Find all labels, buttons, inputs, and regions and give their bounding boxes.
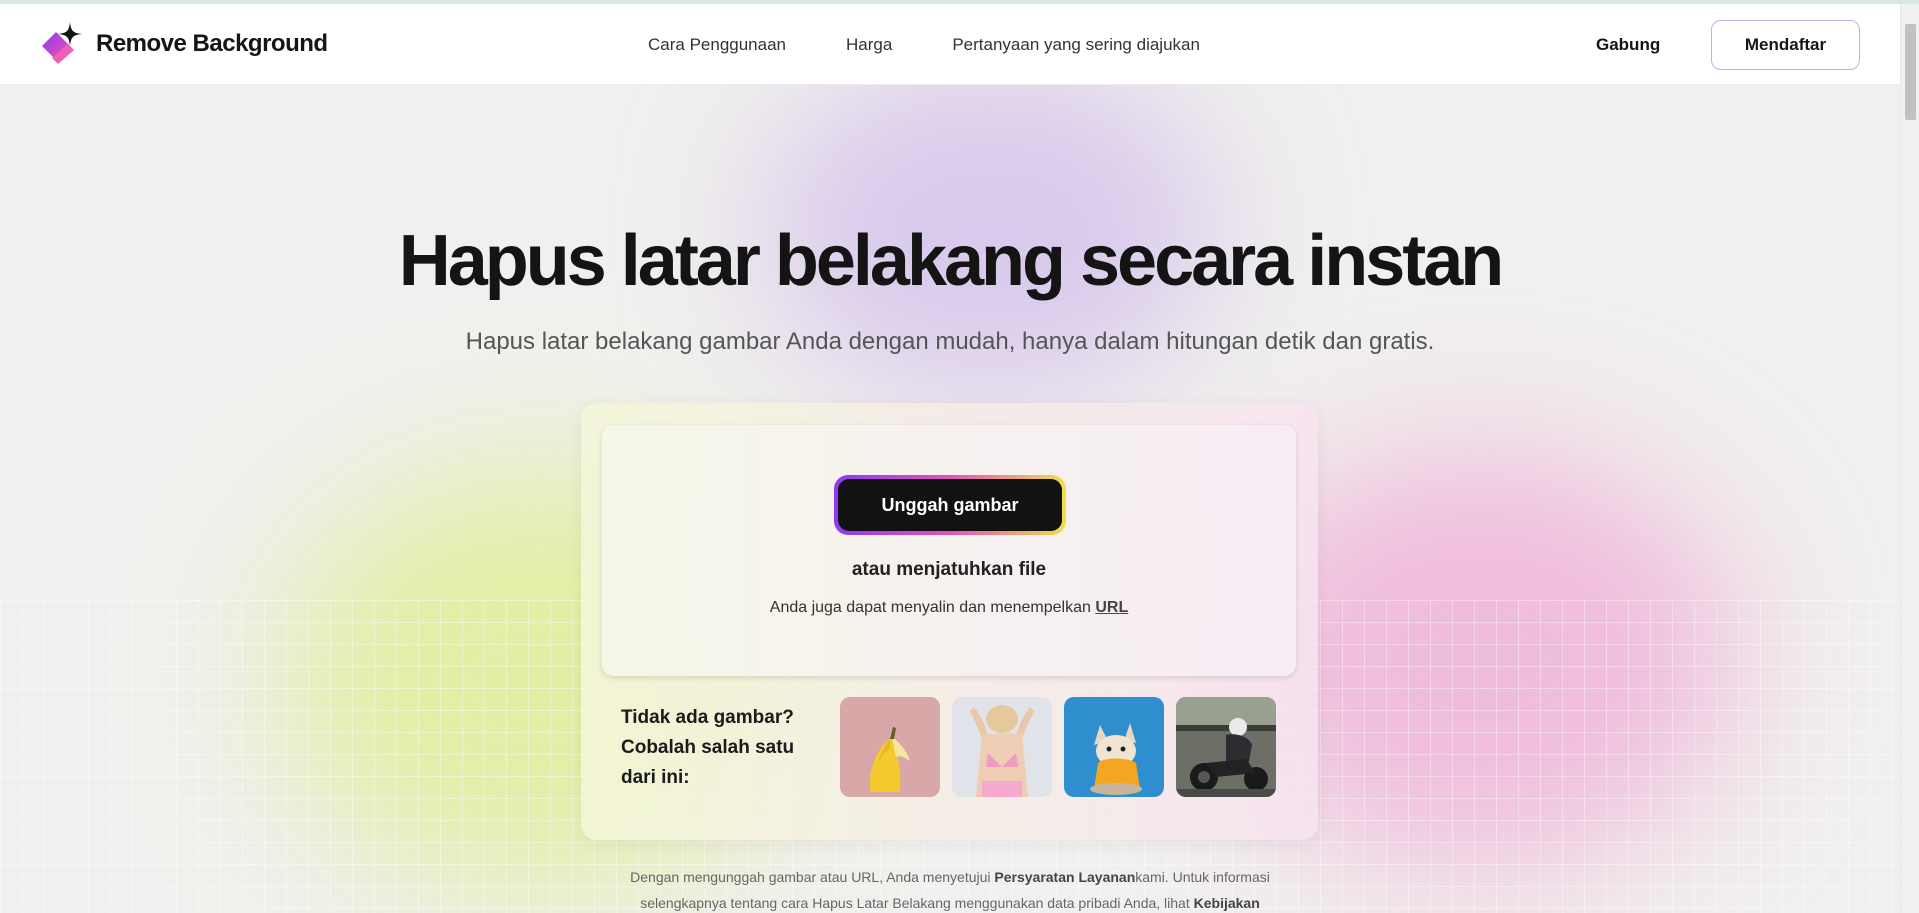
sample-image-dog[interactable] bbox=[1064, 697, 1164, 797]
signup-button[interactable]: Mendaftar bbox=[1711, 20, 1860, 70]
paste-url-label: Anda juga dapat menyalin dan menempelkan bbox=[769, 599, 1091, 616]
sample-images bbox=[840, 697, 1276, 797]
hero-title: Hapus latar belakang secara instan bbox=[398, 221, 1505, 301]
main-nav: Cara Penggunaan Harga Pertanyaan yang se… bbox=[648, 35, 1200, 55]
nav-link-pricing[interactable]: Harga bbox=[846, 35, 892, 55]
nav-link-faq[interactable]: Pertanyaan yang sering diajukan bbox=[952, 35, 1200, 55]
privacy-policy-link[interactable]: Kebijakan bbox=[1194, 895, 1260, 911]
motorcycle-image-icon bbox=[1176, 697, 1276, 797]
woman-back-image-icon bbox=[952, 697, 1052, 797]
logo-icon bbox=[38, 20, 86, 68]
terms-disclaimer: Dengan mengunggah gambar atau URL, Anda … bbox=[590, 864, 1310, 913]
scrollbar-thumb[interactable] bbox=[1905, 24, 1916, 120]
banana-image-icon bbox=[840, 697, 940, 797]
sample-image-banana[interactable] bbox=[840, 697, 940, 797]
sample-image-motorcycle[interactable] bbox=[1176, 697, 1276, 797]
hero-subtitle: Hapus latar belakang gambar Anda dengan … bbox=[465, 328, 1435, 355]
upload-button-label: Unggah gambar bbox=[838, 479, 1062, 531]
url-link[interactable]: URL bbox=[1095, 599, 1128, 616]
brand-logo[interactable]: Remove Background bbox=[38, 20, 328, 68]
page-scrollbar[interactable] bbox=[1900, 4, 1919, 913]
terms-of-service-link[interactable]: Persyaratan Layanan bbox=[994, 869, 1135, 885]
upload-card: Unggah gambar atau menjatuhkan file Anda… bbox=[581, 403, 1318, 840]
sample-images-label: Tidak ada gambar? Cobalah salah satu dar… bbox=[621, 707, 795, 788]
dog-image-icon bbox=[1064, 697, 1164, 797]
login-button[interactable]: Gabung bbox=[1596, 35, 1660, 55]
upload-button[interactable]: Unggah gambar bbox=[834, 475, 1066, 535]
nav-link-how-to-use[interactable]: Cara Penggunaan bbox=[648, 35, 786, 55]
drop-file-text: atau menjatuhkan file bbox=[851, 559, 1047, 580]
drop-zone[interactable]: Unggah gambar atau menjatuhkan file Anda… bbox=[602, 425, 1296, 676]
disclaimer-text-1: Dengan mengunggah gambar atau URL, Anda … bbox=[630, 869, 995, 885]
site-header: Remove Background Cara Penggunaan Harga … bbox=[0, 4, 1900, 85]
paste-url-text: Anda juga dapat menyalin dan menempelkan… bbox=[602, 599, 1296, 617]
sample-image-woman[interactable] bbox=[952, 697, 1052, 797]
brand-name: Remove Background bbox=[96, 30, 328, 57]
